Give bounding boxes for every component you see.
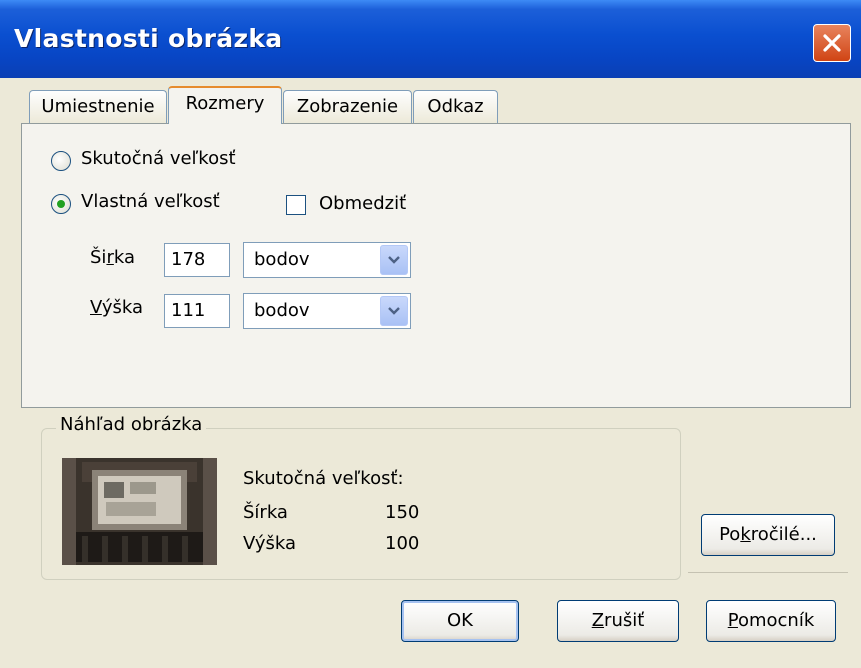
tab-umiestnenie[interactable]: Umiestnenie (29, 90, 167, 124)
close-button[interactable] (813, 24, 851, 62)
height-unit-value: bodov (254, 300, 310, 321)
chevron-down-icon (388, 307, 400, 315)
tab-label: Zobrazenie (296, 96, 399, 117)
preview-image (62, 458, 217, 565)
button-accesskey: P (727, 610, 738, 631)
button-label: OK (447, 610, 473, 631)
height-input[interactable]: 111 (164, 294, 230, 328)
button-label-part: omocník (737, 610, 815, 631)
button-label-part: Po (719, 524, 741, 545)
window-title: Vlastnosti obrázka (14, 24, 283, 53)
help-button[interactable]: Pomocník (706, 600, 836, 642)
button-label-part: rušiť (604, 610, 645, 631)
preview-height-value: 100 (385, 533, 420, 554)
height-label-accesskey: V (90, 297, 102, 318)
title-bar[interactable]: Vlastnosti obrázka (0, 0, 861, 78)
preview-group-label: Náhľad obrázka (56, 414, 207, 435)
preview-width-value: 150 (385, 502, 420, 523)
tab-odkaz[interactable]: Odkaz (413, 90, 498, 124)
close-icon (823, 34, 841, 52)
preview-actual-size-label: Skutočná veľkosť: (243, 468, 404, 489)
custom-size-label: Vlastná veľkosť (81, 191, 220, 212)
image-properties-dialog: Vlastnosti obrázka Umiestnenie Rozmery Z… (0, 0, 861, 668)
tab-rozmery[interactable]: Rozmery (168, 86, 282, 124)
radio-selected-dot (57, 200, 65, 208)
constrain-checkbox[interactable] (286, 195, 306, 215)
tab-zobrazenie[interactable]: Zobrazenie (283, 90, 412, 124)
cancel-button[interactable]: Zrušiť (557, 600, 679, 642)
dropdown-arrow-button[interactable] (380, 245, 408, 275)
image-preview-thumbnail (62, 458, 217, 565)
button-accesskey: k (740, 524, 751, 545)
tab-label: Odkaz (427, 96, 484, 117)
width-input[interactable]: 178 (164, 243, 230, 277)
ok-button[interactable]: OK (401, 600, 519, 642)
width-label-part: ka (113, 247, 135, 268)
width-unit-value: bodov (254, 249, 310, 270)
height-unit-select[interactable]: bodov (243, 293, 411, 329)
chevron-down-icon (388, 256, 400, 264)
button-label-part: ročilé... (750, 524, 817, 545)
advanced-button[interactable]: Pokročilé... (701, 514, 835, 556)
preview-width-label: Šírka (243, 502, 288, 523)
dropdown-arrow-button[interactable] (380, 296, 408, 326)
width-label-part: Ši (90, 247, 107, 268)
tab-label: Rozmery (185, 93, 265, 114)
separator (688, 572, 848, 573)
width-label: Širka (90, 247, 135, 268)
custom-size-radio[interactable] (51, 194, 71, 214)
width-label-accesskey: r (106, 247, 114, 268)
button-accesskey: Z (591, 610, 605, 631)
width-unit-select[interactable]: bodov (243, 242, 411, 278)
height-label: Výška (90, 297, 143, 318)
constrain-label: Obmedziť (319, 193, 407, 214)
actual-size-label: Skutočná veľkosť (81, 148, 236, 169)
height-label-part: ýška (101, 297, 144, 318)
actual-size-radio[interactable] (51, 151, 71, 171)
tab-label: Umiestnenie (41, 96, 155, 117)
preview-height-label: Výška (243, 533, 296, 554)
